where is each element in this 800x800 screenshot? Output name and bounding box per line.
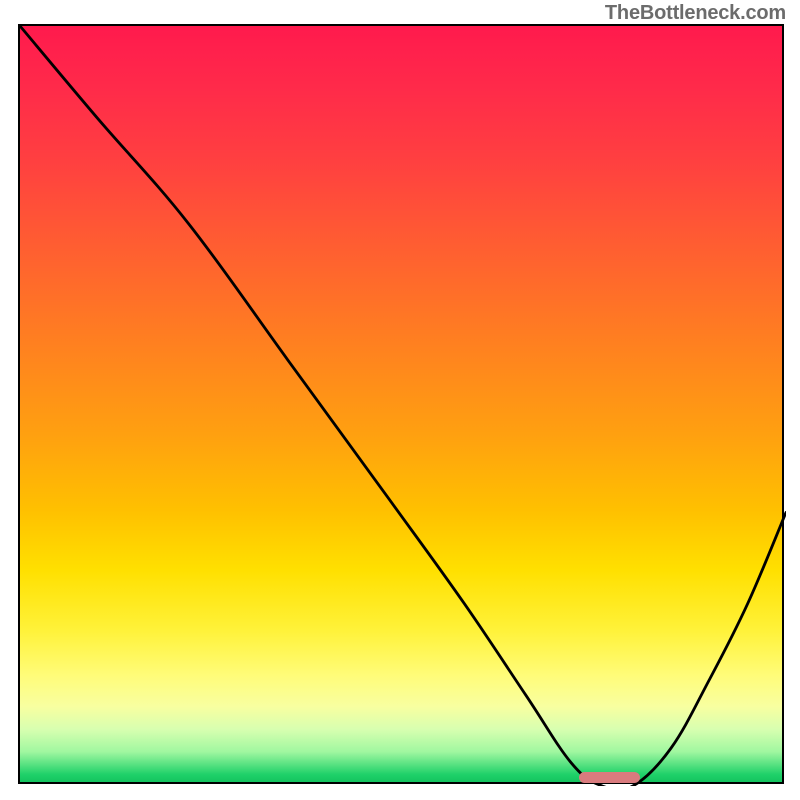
- bottleneck-chart: TheBottleneck.com: [0, 0, 800, 800]
- plot-area: [18, 24, 784, 784]
- optimal-marker: [579, 772, 640, 783]
- curve-svg: [20, 26, 786, 786]
- bottleneck-curve-path: [20, 26, 786, 786]
- watermark-text: TheBottleneck.com: [605, 2, 786, 25]
